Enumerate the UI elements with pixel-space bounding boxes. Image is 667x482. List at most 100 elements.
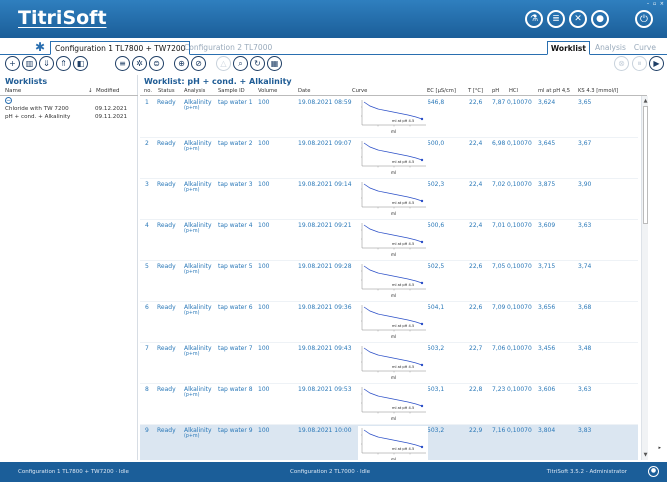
row-ec: 500,6 <box>427 222 445 229</box>
table-scrollbar[interactable]: ▲ ▼ <box>641 96 648 460</box>
curve-label: ml at pH 4.5 <box>392 160 414 164</box>
play-icon[interactable]: ▶ <box>649 56 664 71</box>
list-item[interactable]: pH + cond. + Alkalinity 09.11.2021 <box>5 114 137 122</box>
gear-icon[interactable]: ✱ <box>35 41 45 53</box>
col-curve[interactable]: Curve <box>352 88 367 94</box>
row-date: 19.08.2021 09:43 <box>298 345 352 352</box>
col-sample-id[interactable]: Sample ID <box>218 88 245 94</box>
tab-configuration-2[interactable]: Configuration 2 TL7000 <box>180 41 276 55</box>
titration-curve-thumbnail[interactable]: ml at pH 4.5 ml <box>358 98 428 136</box>
worklist-name: pH + cond. + Alkalinity <box>5 114 71 120</box>
tab-analysis[interactable]: Analysis <box>592 41 629 55</box>
tab-worklist[interactable]: Worklist <box>546 41 590 55</box>
table-row[interactable]: 5 Ready Alkalinity tap water 5 100 19.08.2021… <box>140 261 638 302</box>
col-no[interactable]: no. <box>144 88 152 94</box>
col-analysis[interactable]: Analysis <box>184 88 205 94</box>
table-row[interactable]: 4 Ready Alkalinity tap water 4 100 19.08.2021… <box>140 220 638 261</box>
table-row[interactable]: 1 Ready Alkalinity tap water 1 100 19.08.2021… <box>140 97 638 138</box>
row-analysis-sub: (p+m) <box>184 106 200 111</box>
user-icon[interactable]: ● <box>591 10 609 28</box>
titration-curve-thumbnail[interactable]: ml at pH 4.5 ml <box>358 139 428 177</box>
method-icon[interactable]: ⊜ <box>149 56 164 71</box>
row-date: 19.08.2021 09:28 <box>298 263 352 270</box>
chevron-right-icon[interactable]: ▸ <box>658 445 661 451</box>
tab-curve[interactable]: Curve <box>631 41 659 55</box>
row-temperature: 22,4 <box>469 222 483 229</box>
table-row[interactable]: 6 Ready Alkalinity tap water 6 100 19.08.2021… <box>140 302 638 343</box>
titration-curve-thumbnail[interactable]: ml at pH 4.5 ml <box>358 303 428 341</box>
tools-icon[interactable]: ✕ <box>569 10 587 28</box>
worklists-panel: Worklists Name ↓ Modified − Chloride wit… <box>0 75 138 460</box>
col-ec[interactable]: EC [µS/cm] <box>427 88 456 94</box>
row-ph: 7,02 <box>492 181 506 188</box>
row-number: 7 <box>145 345 149 352</box>
row-analysis: Alkalinity <box>184 181 212 188</box>
row-volume: 100 <box>258 222 270 229</box>
table-row[interactable]: 2 Ready Alkalinity tap water 2 100 19.08.2021… <box>140 138 638 179</box>
settings-icon[interactable]: ✲ <box>132 56 147 71</box>
curve-label: ml at pH 4.5 <box>392 324 414 328</box>
sample-add-icon[interactable]: ⊕ <box>174 56 189 71</box>
table-row[interactable]: 3 Ready Alkalinity tap water 3 100 19.08.2021… <box>140 179 638 220</box>
row-analysis-sub: (p+m) <box>184 311 200 316</box>
scroll-thumb[interactable] <box>643 106 648 224</box>
curve-xlabel: ml <box>391 334 396 339</box>
sample-icon[interactable]: ⊘ <box>191 56 206 71</box>
tab-configuration-1[interactable]: Configuration 1 TL7800 + TW7200 <box>50 41 191 55</box>
power-icon[interactable]: ⏻ <box>635 10 653 28</box>
row-temperature: 22,6 <box>469 99 483 106</box>
collapse-icon[interactable]: − <box>5 97 12 104</box>
titration-curve-thumbnail[interactable]: ml at pH 4.5 ml <box>358 426 428 460</box>
row-status: Ready <box>157 222 176 229</box>
col-ks[interactable]: KS 4.3 [mmol/l] <box>578 88 618 94</box>
status-config-1: Configuration 1 TL7800 + TW7200 · Idle <box>18 469 129 475</box>
table-row[interactable]: 9 Ready Alkalinity tap water 9 100 19.08.2021… <box>140 425 638 460</box>
toolbar: + ▥ ⇓ ⇑ ◧ ≡ ✲ ⊜ ⊕ ⊘ △ ⌕ ↻ ▦ ⊗ ⏸ ▶ <box>0 56 667 74</box>
row-ec: 503,2 <box>427 345 445 352</box>
table-row[interactable]: 7 Ready Alkalinity tap water 7 100 19.08.2021… <box>140 343 638 384</box>
scroll-up-icon[interactable]: ▲ <box>642 98 649 104</box>
col-status[interactable]: Status <box>158 88 175 94</box>
user-icon[interactable]: ● <box>648 466 659 477</box>
refresh-icon[interactable]: ↻ <box>250 56 265 71</box>
row-hcl: 0,10070 <box>507 140 532 147</box>
col-hcl[interactable]: HCl <box>509 88 518 94</box>
row-sample-id: tap water 5 <box>218 263 253 270</box>
list-icon[interactable]: ≡ <box>115 56 130 71</box>
add-icon[interactable]: + <box>5 56 20 71</box>
titration-curve-thumbnail[interactable]: ml at pH 4.5 ml <box>358 221 428 259</box>
col-date[interactable]: Date <box>298 88 310 94</box>
table-row[interactable]: 8 Ready Alkalinity tap water 8 100 19.08.2021… <box>140 384 638 425</box>
titration-curve-thumbnail[interactable]: ml at pH 4.5 ml <box>358 262 428 300</box>
col-ml[interactable]: ml at pH 4,5 <box>538 88 570 94</box>
export-icon[interactable]: ⇑ <box>56 56 71 71</box>
database-icon[interactable]: ≣ <box>547 10 565 28</box>
window-controls[interactable]: – ▫ × <box>647 1 665 7</box>
row-volume: 100 <box>258 427 270 434</box>
curve-xlabel: ml <box>391 375 396 380</box>
calculator-icon[interactable]: ▦ <box>267 56 282 71</box>
titration-curve-thumbnail[interactable]: ml at pH 4.5 ml <box>358 344 428 382</box>
row-ks: 3,74 <box>578 263 592 270</box>
row-ph: 7,23 <box>492 386 506 393</box>
flask-icon[interactable]: ⚗ <box>525 10 543 28</box>
col-temp[interactable]: T [°C] <box>468 88 483 94</box>
col-volume[interactable]: Volume <box>258 88 277 94</box>
row-number: 9 <box>145 427 149 434</box>
row-analysis: Alkalinity <box>184 386 212 393</box>
scroll-down-icon[interactable]: ▼ <box>642 452 649 458</box>
list-item[interactable]: Chloride with TW 7200 09.12.2021 <box>5 106 137 114</box>
delete-icon[interactable]: ▥ <box>22 56 37 71</box>
column-modified[interactable]: Modified <box>96 88 119 94</box>
sort-down-icon[interactable]: ↓ <box>88 88 93 94</box>
row-status: Ready <box>157 345 176 352</box>
col-ph[interactable]: pH <box>492 88 499 94</box>
import-icon[interactable]: ⇓ <box>39 56 54 71</box>
search-icon[interactable]: ⌕ <box>233 56 248 71</box>
row-ph: 7,16 <box>492 427 506 434</box>
column-name[interactable]: Name <box>5 88 21 94</box>
titration-curve-thumbnail[interactable]: ml at pH 4.5 ml <box>358 180 428 218</box>
row-hcl: 0,10070 <box>507 181 532 188</box>
duplicate-icon[interactable]: ◧ <box>73 56 88 71</box>
titration-curve-thumbnail[interactable]: ml at pH 4.5 ml <box>358 385 428 423</box>
